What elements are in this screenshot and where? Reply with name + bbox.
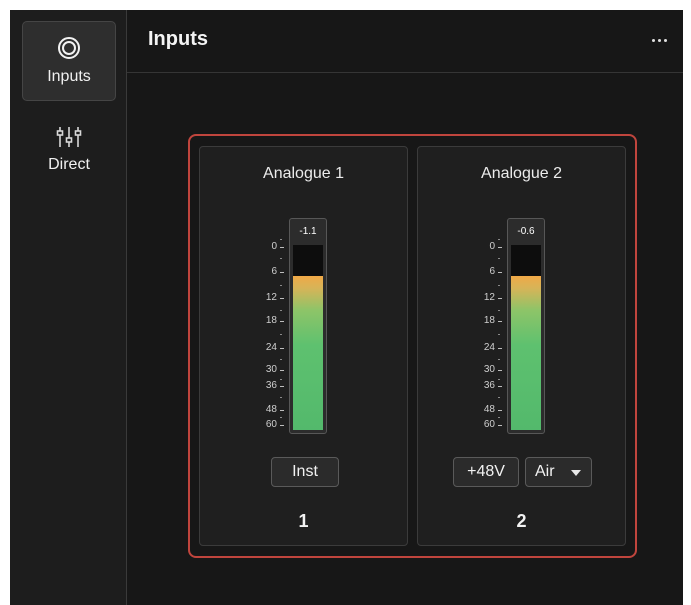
meter-scale-tick (498, 298, 502, 299)
phantom-power-48v-button[interactable]: +48V (453, 457, 519, 487)
meter-scale-tick (280, 410, 284, 411)
channel-number: 1 (298, 511, 309, 531)
inputs-icon (57, 36, 81, 60)
meter-scale: 0 6 12 18 24 30 36 48 60 (418, 147, 503, 547)
meter-scale-label: 12 (483, 292, 495, 303)
meter-scale-label: 24 (265, 342, 277, 353)
header: Inputs (127, 10, 683, 73)
meter-scale-minor-tick (280, 334, 282, 335)
meter-scale-minor-tick (280, 310, 282, 311)
meter-scale-minor-tick (498, 334, 500, 335)
meter-scale-minor-tick (280, 359, 282, 360)
dropdown-value: Air (535, 463, 555, 480)
meter-scale-tick (498, 410, 502, 411)
meter-scale-label: 36 (265, 380, 277, 391)
sidebar-item-label: Direct (48, 156, 90, 173)
more-horizontal-icon (651, 38, 667, 42)
app-window: Inputs Direct Inputs Analogue 1 0 6 12 1… (10, 10, 683, 605)
meter-fill (511, 276, 541, 430)
meter-fill (293, 276, 323, 430)
meter-track (293, 245, 323, 430)
meter-scale-tick (280, 298, 284, 299)
sidebar: Inputs Direct (10, 10, 127, 605)
meter-scale-tick (280, 348, 284, 349)
meter-scale-label: 0 (489, 241, 495, 252)
sidebar-item-direct[interactable]: Direct (22, 110, 116, 190)
inst-button[interactable]: Inst (271, 457, 339, 487)
meter-scale-label: 48 (265, 404, 277, 415)
input-channels-group: Analogue 1 0 6 12 18 24 30 36 48 60 -1.1 Inst 1 … (188, 134, 637, 558)
sidebar-item-inputs[interactable]: Inputs (22, 21, 116, 101)
level-meter: -0.6 (507, 218, 545, 434)
meter-scale-minor-tick (498, 417, 500, 418)
meter-scale-minor-tick (280, 417, 282, 418)
sidebar-item-label: Inputs (47, 68, 91, 85)
meter-scale-tick (280, 370, 284, 371)
meter-scale-minor-tick (498, 285, 500, 286)
meter-scale-tick (280, 425, 284, 426)
peak-value: -0.6 (517, 226, 535, 237)
meter-scale-tick (280, 247, 284, 248)
meter-scale-minor-tick (280, 258, 282, 259)
peak-value: -1.1 (299, 226, 317, 237)
meter-scale-tick (280, 321, 284, 322)
meter-scale-label: 6 (489, 266, 495, 277)
meter-scale: 0 6 12 18 24 30 36 48 60 (200, 147, 285, 547)
meter-track (511, 245, 541, 430)
meter-scale-label: 60 (483, 419, 495, 430)
meter-scale-tick (280, 272, 284, 273)
channel-number: 2 (516, 511, 527, 531)
meter-scale-minor-tick (498, 379, 500, 380)
meter-scale-label: 30 (265, 364, 277, 375)
meter-scale-tick (498, 386, 502, 387)
meter-scale-minor-tick (498, 310, 500, 311)
meter-scale-label: 36 (483, 380, 495, 391)
meter-scale-minor-tick (498, 359, 500, 360)
meter-scale-label: 18 (265, 315, 277, 326)
meter-scale-tick (498, 348, 502, 349)
meter-scale-label: 24 (483, 342, 495, 353)
meter-scale-minor-tick (498, 239, 500, 240)
meter-scale-tick (498, 425, 502, 426)
meter-scale-label: 18 (483, 315, 495, 326)
meter-scale-tick (498, 370, 502, 371)
mixer-sliders-icon (56, 126, 82, 148)
level-meter: -1.1 (289, 218, 327, 434)
meter-scale-tick (280, 386, 284, 387)
meter-scale-label: 60 (265, 419, 277, 430)
meter-scale-label: 6 (271, 266, 277, 277)
page-title: Inputs (148, 28, 208, 50)
meter-scale-label: 12 (265, 292, 277, 303)
meter-scale-minor-tick (498, 258, 500, 259)
meter-scale-tick (498, 321, 502, 322)
meter-scale-minor-tick (280, 397, 282, 398)
channel-card-1: Analogue 1 0 6 12 18 24 30 36 48 60 -1.1 Inst 1 (199, 146, 408, 546)
meter-scale-label: 48 (483, 404, 495, 415)
channel-card-2: Analogue 2 0 6 12 18 24 30 36 48 60 -0.6 +48V Ai… (417, 146, 626, 546)
meter-scale-minor-tick (498, 397, 500, 398)
meter-scale-minor-tick (280, 239, 282, 240)
meter-scale-minor-tick (280, 285, 282, 286)
meter-scale-minor-tick (280, 379, 282, 380)
meter-scale-label: 30 (483, 364, 495, 375)
meter-scale-tick (498, 247, 502, 248)
meter-scale-label: 0 (271, 241, 277, 252)
meter-scale-tick (498, 272, 502, 273)
more-options-button[interactable] (647, 30, 671, 50)
air-mode-dropdown[interactable]: Air (525, 457, 592, 487)
chevron-down-icon (571, 470, 581, 476)
